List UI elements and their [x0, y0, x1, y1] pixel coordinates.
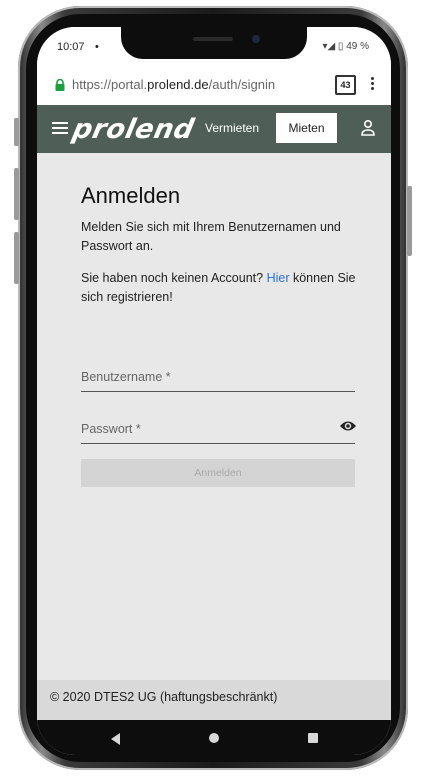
phone-screen: 10:07 • ▾◢ ▯ 49 % https://portal.prolend… — [37, 27, 391, 755]
nav-mieten[interactable]: Mieten — [276, 113, 337, 143]
logo[interactable]: prolend — [70, 114, 197, 145]
app-header: prolend Vermieten Mieten — [37, 105, 391, 153]
username-placeholder: Benutzername * — [81, 370, 171, 384]
phone-side-button — [407, 186, 412, 256]
footer-copyright: © 2020 DTES2 UG (haftungsbeschränkt) — [50, 690, 278, 704]
phone-side-button — [14, 168, 19, 220]
password-field[interactable]: Passwort * — [81, 417, 357, 444]
page-title: Anmelden — [81, 183, 181, 208]
status-indicators: ▾◢ ▯ 49 % — [322, 41, 369, 52]
phone-side-button — [14, 232, 19, 284]
register-link[interactable]: Hier — [267, 271, 290, 285]
status-notification-dot: • — [95, 41, 99, 53]
home-icon[interactable] — [209, 733, 219, 743]
recent-apps-icon[interactable] — [308, 733, 318, 743]
hamburger-menu-icon[interactable] — [52, 122, 68, 136]
url-text[interactable]: https://portal.prolend.de/auth/signin — [72, 77, 275, 92]
login-intro: Melden Sie sich mit Ihrem Benutzernamen … — [81, 220, 341, 253]
username-field[interactable]: Benutzername * — [81, 365, 355, 392]
password-placeholder: Passwort * — [81, 422, 141, 436]
android-nav-bar — [37, 720, 391, 755]
user-icon[interactable] — [360, 119, 376, 137]
browser-url-bar[interactable]: https://portal.prolend.de/auth/signin 43 — [37, 65, 391, 106]
login-button[interactable]: Anmelden — [81, 459, 355, 487]
tab-count-button[interactable]: 43 — [335, 75, 356, 95]
eye-icon[interactable] — [339, 419, 357, 433]
footer: © 2020 DTES2 UG (haftungsbeschränkt) — [37, 680, 391, 720]
camera — [252, 35, 260, 43]
notch — [121, 27, 307, 59]
more-vert-icon[interactable] — [369, 75, 375, 95]
status-time: 10:07 — [57, 41, 85, 53]
nav-vermieten[interactable]: Vermieten — [205, 121, 259, 135]
speaker — [193, 37, 233, 41]
register-hint: Sie haben noch keinen Account? Hier könn… — [81, 271, 356, 304]
lock-icon — [55, 79, 65, 91]
back-icon[interactable] — [111, 733, 120, 745]
phone-side-button — [14, 118, 19, 146]
